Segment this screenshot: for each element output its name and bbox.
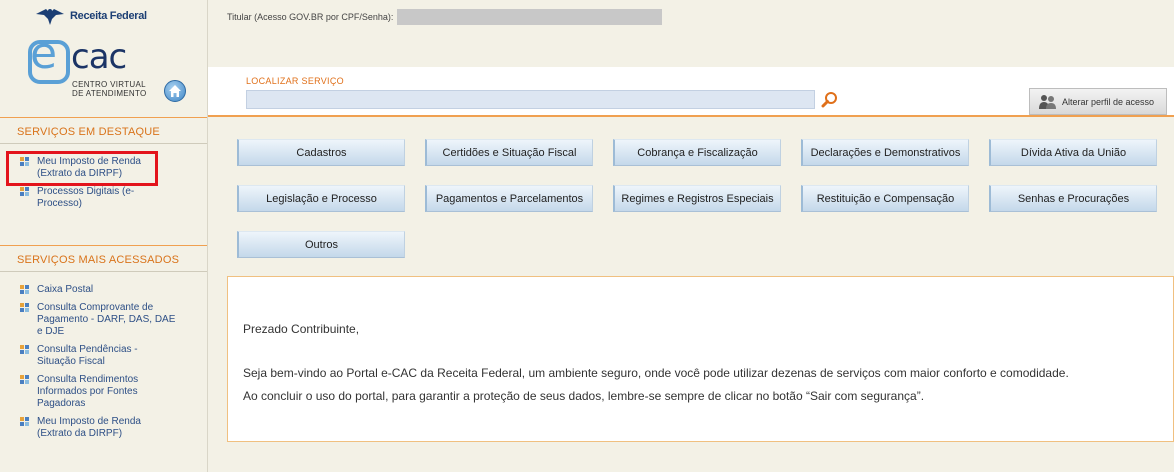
- category-outros[interactable]: Outros: [237, 231, 405, 258]
- sidebar-item-caixa-postal[interactable]: Caixa Postal: [0, 284, 207, 296]
- home-icon: [169, 85, 181, 97]
- sidebar-item-label: Consulta Pendências - Situação Fiscal: [37, 344, 138, 367]
- welcome-line-2: Ao concluir o uso do portal, para garant…: [243, 389, 925, 403]
- sidebar-item-rendimentos[interactable]: Consulta Rendimentos Informados por Font…: [0, 374, 207, 410]
- titular-info: Titular (Acesso GOV.BR por CPF/Senha):: [227, 9, 663, 25]
- search-label: LOCALIZAR SERVIÇO: [246, 76, 344, 86]
- left-sidebar: Receita Federal e cac CENTRO VIRTUAL DE …: [0, 0, 208, 472]
- sidebar-item-comprovante-pagamento[interactable]: Consulta Comprovante de Pagamento - DARF…: [0, 302, 207, 338]
- highlight-box: [6, 151, 158, 186]
- bullet-icon: [20, 375, 30, 385]
- acessados-section-title: SERVIÇOS MAIS ACESSADOS: [0, 245, 207, 272]
- search-input[interactable]: [246, 90, 815, 109]
- category-restituicao[interactable]: Restituição e Compensação: [801, 185, 969, 212]
- bullet-icon: [20, 285, 30, 295]
- titular-redacted: [397, 9, 663, 25]
- eagle-icon: [36, 9, 64, 25]
- category-pagamentos[interactable]: Pagamentos e Parcelamentos: [425, 185, 593, 212]
- search-icon[interactable]: [821, 91, 839, 109]
- category-divida-ativa[interactable]: Dívida Ativa da União: [989, 139, 1157, 166]
- alter-profile-label: Alterar perfil de acesso: [1062, 96, 1155, 107]
- sidebar-item-label: Consulta Comprovante de Pagamento - DARF…: [37, 302, 176, 337]
- sidebar-item-label: Meu Imposto de Renda (Extrato da DIRPF): [37, 416, 141, 439]
- sidebar-item-label: Processos Digitais (e-Processo): [37, 186, 135, 209]
- brand-name: Receita Federal: [70, 10, 147, 22]
- sidebar-item-label: Caixa Postal: [37, 284, 94, 295]
- sidebar-item-pendencias[interactable]: Consulta Pendências - Situação Fiscal: [0, 344, 207, 368]
- home-button[interactable]: [164, 80, 186, 102]
- bullet-icon: [20, 187, 30, 197]
- search-bar: LOCALIZAR SERVIÇO Alterar perfil de aces…: [208, 67, 1174, 117]
- ecac-logo-word: cac: [71, 37, 127, 77]
- ecac-subtitle-line: CENTRO VIRTUAL: [72, 80, 146, 89]
- sidebar-item-processos-digitais[interactable]: Processos Digitais (e-Processo): [0, 186, 207, 210]
- sidebar-item-meu-imposto-de-renda-2[interactable]: Meu Imposto de Renda (Extrato da DIRPF): [0, 416, 207, 440]
- category-cobranca[interactable]: Cobrança e Fiscalização: [613, 139, 781, 166]
- welcome-line-1: Seja bem-vindo ao Portal e-CAC da Receit…: [243, 366, 1069, 380]
- sidebar-item-label: Consulta Rendimentos Informados por Font…: [37, 374, 139, 409]
- titular-label: Titular (Acesso GOV.BR por CPF/Senha):: [227, 12, 394, 22]
- bullet-icon: [20, 345, 30, 355]
- ecac-logo: e cac CENTRO VIRTUAL DE ATENDIMENTO: [26, 32, 156, 106]
- welcome-panel: Prezado Contribuinte, Seja bem-vindo ao …: [227, 276, 1174, 442]
- category-regimes[interactable]: Regimes e Registros Especiais: [613, 185, 781, 212]
- ecac-logo-letter: e: [30, 28, 58, 79]
- category-cadastros[interactable]: Cadastros: [237, 139, 405, 166]
- category-senhas[interactable]: Senhas e Procurações: [989, 185, 1157, 212]
- ecac-subtitle-line: DE ATENDIMENTO: [72, 89, 147, 98]
- ecac-logo-subtitle: CENTRO VIRTUAL DE ATENDIMENTO: [72, 80, 147, 98]
- receita-federal-logo[interactable]: Receita Federal: [34, 5, 147, 27]
- destaque-section-title: SERVIÇOS EM DESTAQUE: [0, 117, 207, 144]
- acessados-list: Caixa Postal Consulta Comprovante de Pag…: [0, 284, 207, 446]
- category-certidoes[interactable]: Certidões e Situação Fiscal: [425, 139, 593, 166]
- bullet-icon: [20, 417, 30, 427]
- bullet-icon: [20, 303, 30, 313]
- users-icon: [1039, 94, 1056, 109]
- category-legislacao[interactable]: Legislação e Processo: [237, 185, 405, 212]
- alter-profile-button[interactable]: Alterar perfil de acesso: [1029, 88, 1167, 115]
- welcome-greeting: Prezado Contribuinte,: [243, 322, 360, 336]
- category-declaracoes[interactable]: Declarações e Demonstrativos: [801, 139, 969, 166]
